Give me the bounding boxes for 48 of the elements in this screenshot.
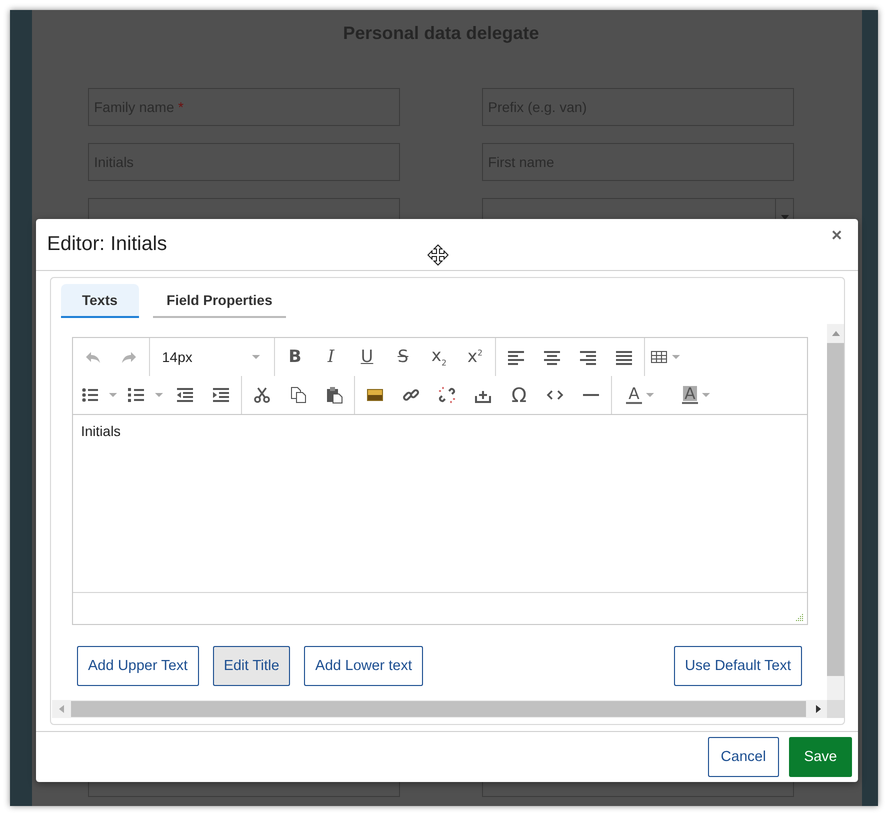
copy-icon [289, 386, 307, 404]
text-color-button[interactable]: A [614, 377, 670, 413]
outdent-icon [176, 386, 194, 404]
close-button[interactable]: × [829, 225, 844, 246]
indent-icon [212, 386, 230, 404]
caret-down-icon [701, 392, 711, 398]
caret-down-icon [108, 392, 118, 398]
required-mark: * [178, 99, 184, 115]
text-button[interactable]: Use Default Text [674, 646, 802, 686]
text-button[interactable]: Edit Title [212, 646, 290, 686]
superscript-button[interactable]: x$^{2}$ [457, 339, 493, 375]
align-center-icon [543, 348, 561, 366]
clipboard-icon [325, 386, 343, 404]
underline-button[interactable]: U [349, 339, 385, 375]
align-right-icon [579, 348, 597, 366]
text-button[interactable]: Add Lower text [304, 646, 424, 686]
align-left-icon [507, 348, 525, 366]
horizontal-scrollbar[interactable] [52, 700, 827, 718]
scroll-left-icon [58, 705, 64, 713]
text-button[interactable]: Add Upper Text [77, 646, 199, 686]
justify-icon [615, 348, 633, 366]
vertical-scrollbar[interactable] [827, 324, 844, 700]
editor-text[interactable]: Initials [73, 415, 807, 592]
subscript-button[interactable]: x$_{2}$ [421, 339, 457, 375]
bold-button[interactable]: B [277, 339, 313, 375]
tab[interactable]: Texts [61, 284, 139, 318]
cancel-button[interactable]: Cancel [708, 737, 779, 777]
italic-button[interactable]: I [313, 339, 349, 375]
caret-down-icon [154, 392, 164, 398]
scissors-icon [253, 386, 271, 404]
image-icon [366, 386, 384, 404]
table-icon [650, 348, 668, 366]
numbered-list-icon [127, 386, 145, 404]
scroll-right-icon [816, 705, 820, 713]
caret-down-icon [671, 354, 681, 360]
font-size-select[interactable]: 14px [152, 339, 272, 375]
bullet-list-icon [81, 386, 99, 404]
move-cursor-icon [427, 244, 449, 266]
scroll-up-icon [832, 330, 840, 336]
dialog-title: Editor: Initials [47, 233, 168, 256]
special-character-button[interactable]: Ω [501, 377, 537, 413]
caret-down-icon [645, 392, 655, 398]
tab[interactable]: Field Properties [152, 284, 286, 318]
horizontal-line-icon [583, 394, 599, 396]
caret-down-icon [251, 354, 261, 360]
save-button[interactable]: Save [788, 737, 852, 777]
broken-link-icon [438, 386, 456, 404]
strikethrough-button[interactable]: S [385, 339, 421, 375]
